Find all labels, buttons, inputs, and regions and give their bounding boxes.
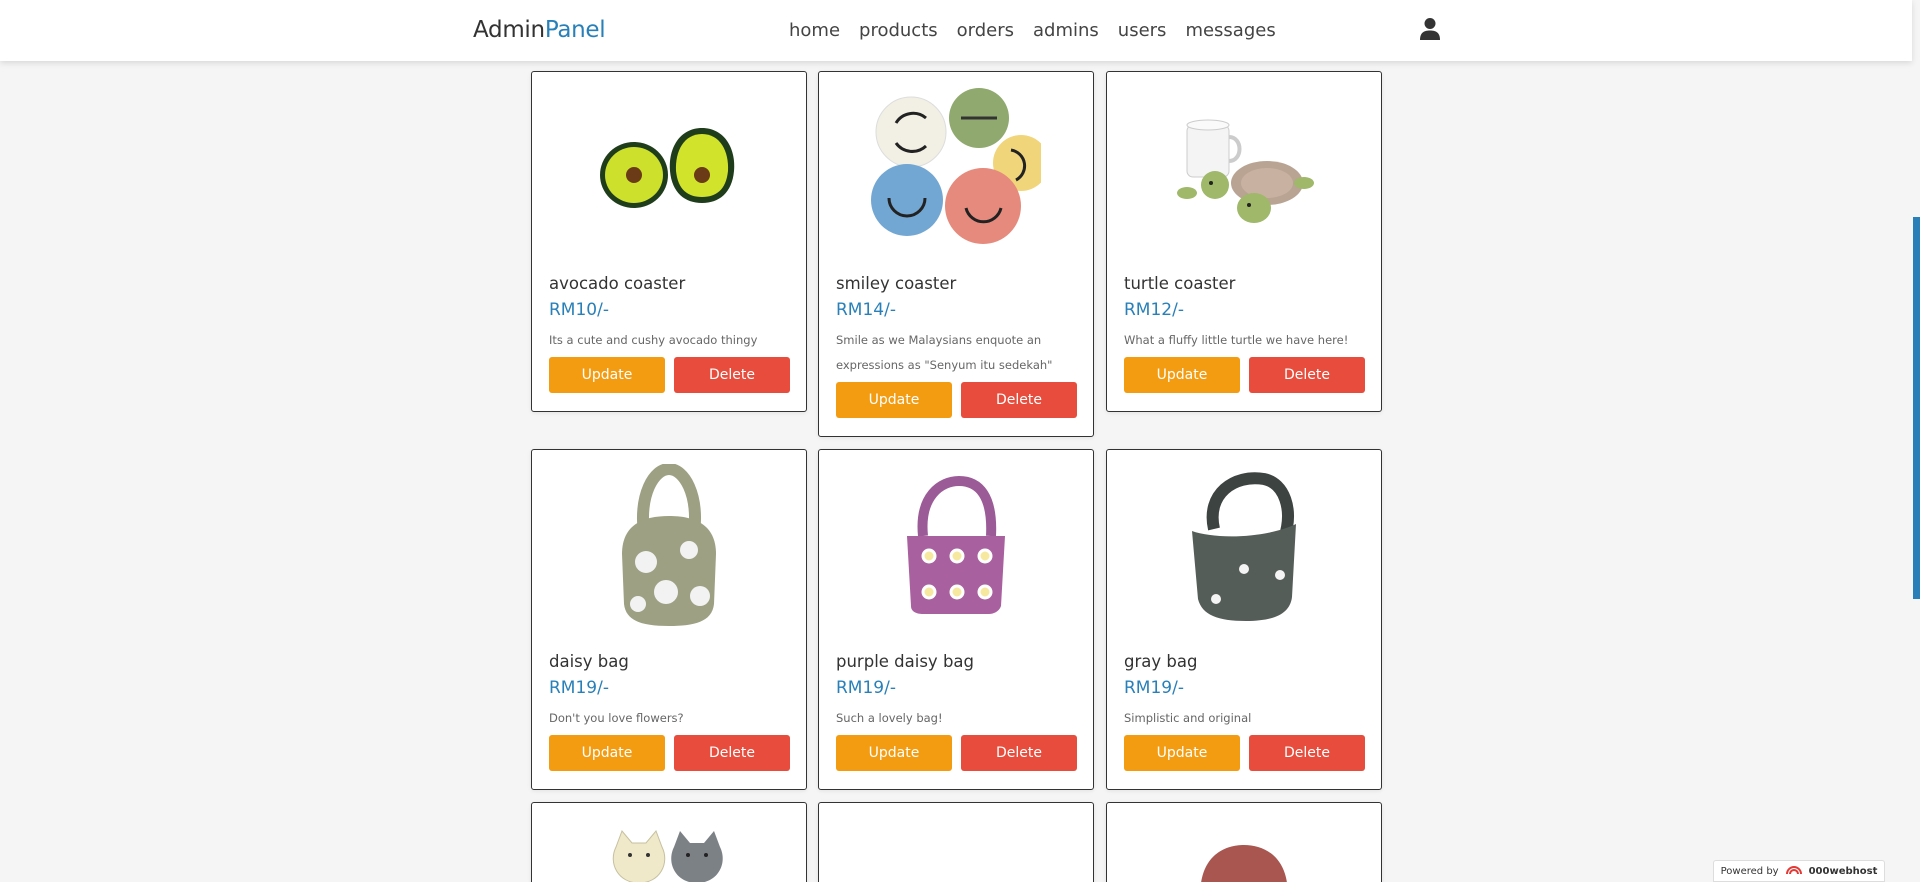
product-image-daisy-bag [532,450,806,642]
update-button[interactable]: Update [1124,735,1240,771]
cat-coaster-image [612,830,723,882]
product-description: Smile as we Malaysians enquote an expres… [836,333,1053,372]
product-description: Such a lovely bag! [836,711,943,725]
smiley-coaster-image [871,88,1041,244]
delete-button[interactable]: Delete [674,735,790,771]
card-actions: Update Delete [836,735,1077,771]
product-price: RM19/- [549,678,609,698]
card-actions: Update Delete [549,357,790,393]
product-name: gray bag [1124,652,1198,671]
product-card [1106,802,1382,882]
card-actions: Update Delete [1124,357,1365,393]
delete-button[interactable]: Delete [1249,357,1365,393]
product-description: Simplistic and original [1124,711,1252,725]
powered-by-badge[interactable]: Powered by 000webhost [1713,860,1885,882]
daisy-bag-image [622,463,716,626]
webhost-logo-icon [1785,864,1803,879]
scrollbar-thumb[interactable] [1913,217,1920,599]
product-card: gray bag RM19/- Simplistic and original … [1106,449,1382,790]
product-price: RM10/- [549,300,609,320]
product-image-purple-daisy-bag [819,450,1093,642]
update-button[interactable]: Update [549,735,665,771]
top-header: AdminPanel home products orders admins u… [0,0,1912,61]
nav-users[interactable]: users [1118,20,1167,41]
turtle-coaster-image [1177,119,1314,223]
product-description: Don't you love flowers? [549,711,684,725]
main-nav: home products orders admins users messag… [789,20,1295,41]
product-description: What a fluffy little turtle we have here… [1124,333,1349,347]
product-image-red-beanie [1107,803,1381,882]
product-image-turtle [1107,72,1381,264]
product-card: smiley coaster RM14/- Smile as we Malays… [818,71,1094,437]
update-button[interactable]: Update [836,735,952,771]
product-card [531,802,807,882]
card-actions: Update Delete [1124,735,1365,771]
delete-button[interactable]: Delete [1249,735,1365,771]
nav-messages[interactable]: messages [1185,20,1275,41]
card-actions: Update Delete [836,382,1077,418]
product-card: avocado coaster RM10/- Its a cute and cu… [531,71,807,412]
nav-admins[interactable]: admins [1033,20,1099,41]
product-description: Its a cute and cushy avocado thingy [549,333,758,347]
nav-home[interactable]: home [789,20,840,41]
product-name: turtle coaster [1124,274,1236,293]
delete-button[interactable]: Delete [961,382,1077,418]
product-name: avocado coaster [549,274,686,293]
nav-orders[interactable]: orders [957,20,1014,41]
product-card: purple daisy bag RM19/- Such a lovely ba… [818,449,1094,790]
avocado-coaster-image [600,128,735,208]
webhost-brand: 000webhost [1808,865,1878,877]
product-name: daisy bag [549,652,629,671]
product-image-gray-bag [1107,450,1381,642]
update-button[interactable]: Update [1124,357,1240,393]
product-name: purple daisy bag [836,652,975,671]
logo-accent-text: Panel [544,17,606,43]
product-name: smiley coaster [836,274,957,293]
update-button[interactable]: Update [549,357,665,393]
card-actions: Update Delete [549,735,790,771]
product-card: turtle coaster RM12/- What a fluffy litt… [1106,71,1382,412]
delete-button[interactable]: Delete [674,357,790,393]
admin-panel-logo[interactable]: AdminPanel [473,17,606,43]
product-price: RM19/- [1124,678,1184,698]
update-button[interactable]: Update [836,382,952,418]
product-price: RM12/- [1124,300,1184,320]
product-price: RM14/- [836,300,896,320]
product-image-smiley [819,72,1093,264]
product-image-avocado [532,72,806,264]
product-card: daisy bag RM19/- Don't you love flowers?… [531,449,807,790]
product-price: RM19/- [836,678,896,698]
product-card [818,802,1094,882]
delete-button[interactable]: Delete [961,735,1077,771]
purple-daisy-bag-image [907,476,1005,614]
logo-main-text: Admin [473,17,545,43]
beanie-image [1201,845,1287,882]
nav-products[interactable]: products [859,20,938,41]
product-image-cat-coaster [532,803,806,882]
user-icon[interactable] [1419,17,1441,41]
powered-by-text: Powered by [1720,865,1779,877]
gray-bag-image [1192,471,1296,621]
